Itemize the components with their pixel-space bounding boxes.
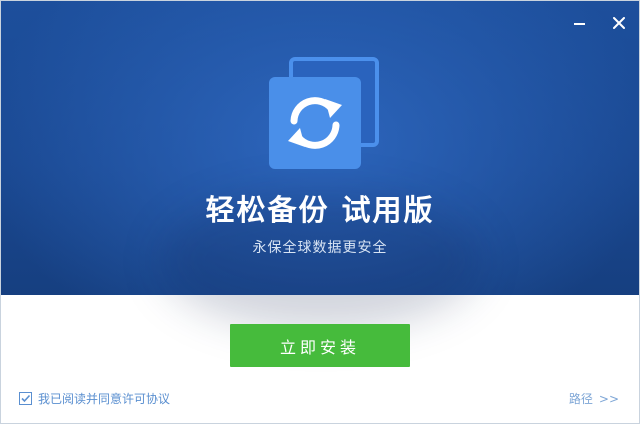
- agree-label[interactable]: 我已阅读并同意许可协议: [38, 390, 170, 407]
- checkmark-icon: [21, 394, 31, 402]
- path-label: 路径: [568, 392, 593, 406]
- minimize-icon: [573, 23, 585, 25]
- hero-banner: 轻松备份 试用版 永保全球数据更安全: [1, 1, 639, 331]
- app-logo: [269, 57, 383, 169]
- product-title: 轻松备份 试用版: [205, 193, 435, 227]
- sync-backup-icon: [269, 77, 361, 169]
- path-arrow-icon: >>: [598, 391, 619, 406]
- minimize-button[interactable]: [567, 11, 591, 35]
- close-icon: [613, 17, 625, 29]
- license-agreement: 我已阅读并同意许可协议: [19, 390, 170, 406]
- close-button[interactable]: [607, 11, 631, 35]
- product-subtitle: 永保全球数据更安全: [252, 240, 388, 256]
- install-button[interactable]: 立即安装: [230, 324, 410, 367]
- installer-window: 轻松备份 试用版 永保全球数据更安全 立即安装 我已阅读并同意许可协议 路径 >…: [0, 0, 640, 424]
- install-path-link[interactable]: 路径 >>: [569, 390, 619, 407]
- agree-checkbox[interactable]: [19, 391, 32, 405]
